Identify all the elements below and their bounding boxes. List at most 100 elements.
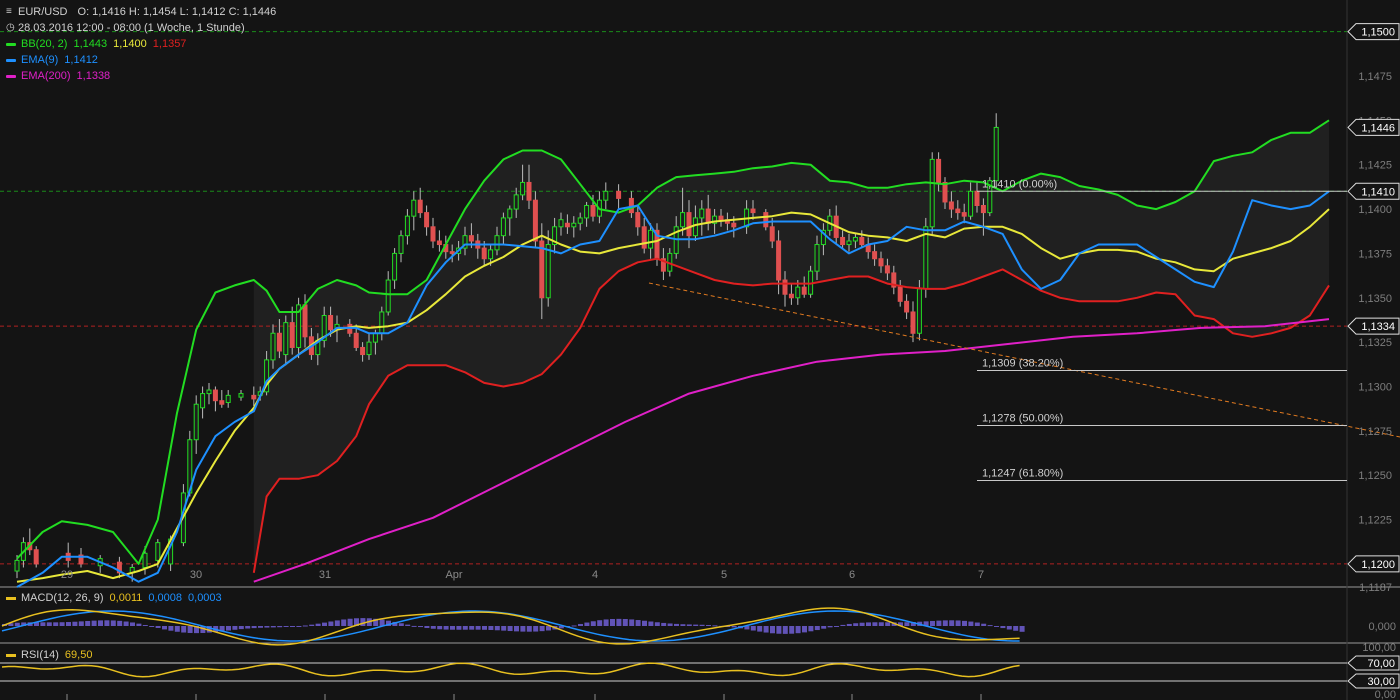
macd-hist-bar [706, 625, 711, 627]
fib-label: 1,1410 (0.00%) [982, 178, 1057, 190]
candle-body [488, 249, 494, 260]
legend-row-bb[interactable]: BB(20, 2) 1,1443 1,1400 1,1357 [6, 36, 276, 52]
y-tick-label: 1,1350 [1358, 293, 1392, 305]
price-tag-label: 1,1334 [1361, 321, 1395, 333]
macd-hist-bar [136, 623, 142, 626]
macd-hist-bar [859, 622, 865, 626]
candle-body [360, 346, 366, 356]
macd-hist-bar [482, 626, 487, 630]
macd-hist-bar [878, 622, 884, 626]
macd-hist-bar [245, 626, 251, 629]
price-tag-label: 1,1200 [1361, 559, 1395, 571]
macd-hist-bar [533, 626, 539, 632]
macd-hist-bar [667, 623, 673, 626]
macd-hist-bar [142, 625, 148, 627]
candle-body [558, 219, 564, 228]
macd-hist-bar [424, 626, 430, 629]
legend-row-symbol: ≡ EUR/USD O: 1,1416 H: 1,1454 L: 1,1412 … [6, 4, 276, 20]
macd-hist-bar [942, 620, 948, 626]
candle-body [705, 208, 711, 224]
macd-hist-bar [597, 620, 603, 626]
candle-body [494, 235, 500, 251]
candle-body [545, 244, 551, 299]
candle-body [974, 190, 980, 207]
rsi-level-label: 30,00 [1367, 676, 1395, 688]
candle-body [289, 322, 295, 348]
candle-body [366, 341, 372, 356]
macd-hist-bar [629, 619, 635, 626]
rsi-legend[interactable]: RSI(14) 69,50 [6, 649, 92, 661]
y-tick-label: 1,1400 [1358, 204, 1392, 216]
candlestick-icon: ≡ [6, 6, 12, 17]
legend-row-ema200[interactable]: EMA(200) 1,1338 [6, 68, 276, 84]
macd-hist-bar [322, 622, 327, 626]
macd-hist-bar [699, 624, 705, 626]
x-tick-label: 31 [319, 569, 331, 581]
candle-body [283, 322, 289, 356]
macd-hist-bar [187, 626, 193, 633]
macd-hist-bar [610, 618, 615, 626]
candle-body [449, 251, 455, 254]
candle-body [769, 226, 775, 242]
candle-body [417, 199, 423, 214]
macd-hist-bar [514, 626, 519, 632]
macd-hist-bar [347, 618, 353, 626]
macd-hist-bar [520, 626, 526, 632]
macd-hist-bar [149, 626, 155, 627]
macd-hist-bar [443, 626, 449, 630]
bb-swatch [6, 42, 16, 46]
x-tick-label: Apr [445, 569, 462, 581]
macd-hist-bar [494, 626, 500, 631]
candle-body [251, 394, 257, 400]
macd-hist-bar [962, 620, 967, 626]
macd-hist-bar [686, 624, 692, 626]
candle-body [238, 393, 244, 398]
ema200-swatch [6, 74, 16, 78]
macd-hist-bar [578, 623, 583, 626]
candle-body [731, 222, 737, 228]
macd-hist-bar [411, 625, 417, 627]
macd-hist-bar [1000, 626, 1006, 629]
macd-hist-bar [1006, 626, 1012, 630]
y-tick-label: 1,1325 [1358, 337, 1392, 349]
candle-body [424, 212, 430, 228]
candle-body [155, 542, 161, 561]
candle-body [680, 212, 686, 228]
macd-hist-bar [776, 626, 782, 634]
bb-upper-value: 1,1443 [73, 38, 108, 50]
candle-body [801, 286, 807, 295]
macd-hist-bar [814, 626, 820, 631]
macd-hist-bar [930, 620, 935, 626]
macd-hist-bar [680, 624, 686, 626]
candle-body [328, 315, 334, 331]
macd-hist-bar [981, 623, 987, 626]
macd-hist-bar [418, 626, 423, 628]
clock-icon: ◷ [6, 22, 15, 33]
candle-body [846, 240, 852, 246]
macd-hist-bar [437, 626, 443, 630]
legend-row-ema9[interactable]: EMA(9) 1,1412 [6, 52, 276, 68]
macd-hist-bar [238, 626, 244, 630]
macd-axis-label: 100,00 [1362, 642, 1396, 654]
candle-body [571, 222, 577, 228]
macd-legend[interactable]: MACD(12, 26, 9) 0,0011 0,0008 0,0003 [6, 592, 222, 604]
macd-hist-bar [712, 625, 718, 627]
candle-body [648, 229, 654, 249]
macd-hist-bar [616, 618, 622, 626]
candle-body [795, 286, 801, 299]
candle-body [200, 393, 206, 409]
candle-body [577, 217, 583, 224]
macd-hist-bar [622, 619, 628, 626]
candle-body [372, 332, 378, 343]
macd-hist-bar [782, 626, 788, 634]
macd-label: MACD(12, 26, 9) [21, 592, 104, 604]
y-tick-label: 1,1275 [1358, 426, 1392, 438]
x-tick-label: 29 [61, 569, 73, 581]
macd-hist-bar [827, 626, 833, 628]
candle-body [942, 181, 948, 203]
candle-body [481, 247, 487, 260]
price-tag-label: 1,1446 [1361, 122, 1395, 134]
ema9-label: EMA(9) [21, 54, 59, 66]
y-tick-label: 1,1250 [1358, 470, 1392, 482]
macd-hist-bar [72, 621, 78, 626]
